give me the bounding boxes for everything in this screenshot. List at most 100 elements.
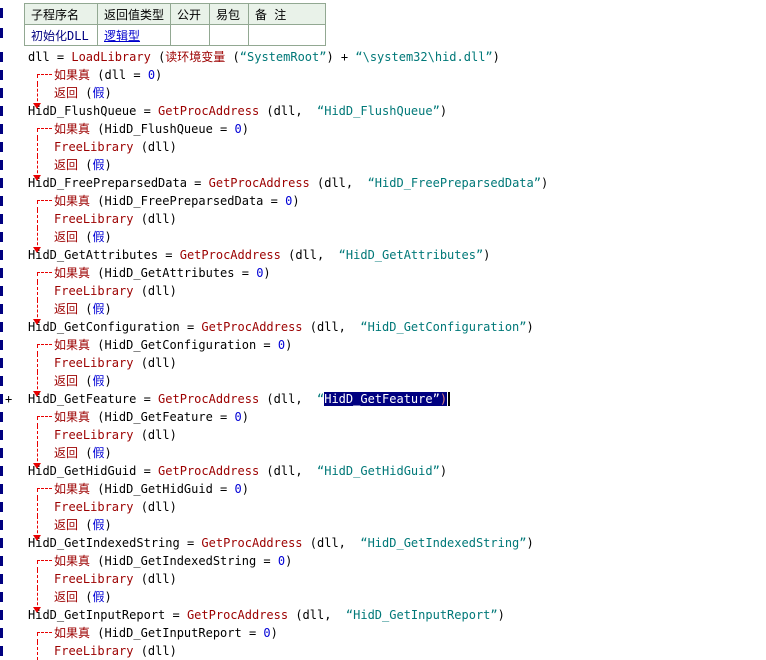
header-subroutine-name: 子程序名 bbox=[25, 4, 98, 25]
code-line[interactable]: 返回 (假) bbox=[0, 516, 766, 534]
code-segment: 假 bbox=[92, 590, 104, 604]
code-line[interactable]: HidD_GetAttributes = GetProcAddress (dll… bbox=[0, 246, 766, 264]
code-line[interactable]: 如果真 (HidD_FlushQueue = 0) bbox=[0, 120, 766, 138]
code-segment: 假 bbox=[92, 518, 104, 532]
code-line[interactable]: 如果真 (HidD_GetHidGuid = 0) bbox=[0, 480, 766, 498]
code-segment: 0 bbox=[263, 626, 270, 640]
code-line[interactable]: HidD_GetConfiguration = GetProcAddress (… bbox=[0, 318, 766, 336]
code-segment: 如果真 bbox=[54, 482, 90, 496]
left-edge-mark bbox=[0, 304, 3, 314]
code-line[interactable]: 如果真 (HidD_GetFeature = 0) bbox=[0, 408, 766, 426]
code-line[interactable]: HidD_GetIndexedString = GetProcAddress (… bbox=[0, 534, 766, 552]
code-segment: FreeLibrary bbox=[54, 500, 133, 514]
left-edge-mark bbox=[0, 574, 3, 584]
code-segment: FreeLibrary bbox=[54, 284, 133, 298]
code-segment: GetProcAddress bbox=[158, 104, 259, 118]
table-data-row: 初始化DLL 逻辑型 bbox=[25, 25, 326, 46]
code-line[interactable]: 如果真 (HidD_FreePreparsedData = 0) bbox=[0, 192, 766, 210]
code-line[interactable]: 返回 (假) bbox=[0, 228, 766, 246]
code-segment: ( bbox=[78, 446, 92, 460]
code-line[interactable]: 返回 (假) bbox=[0, 300, 766, 318]
code-segment: HidD_GetInputReport = bbox=[28, 608, 187, 622]
subroutine-name-cell[interactable]: 初始化DLL bbox=[25, 25, 98, 46]
code-line[interactable]: FreeLibrary (dll) bbox=[0, 138, 766, 156]
header-remark: 备 注 bbox=[249, 4, 326, 25]
code-segment: FreeLibrary bbox=[54, 212, 133, 226]
code-line[interactable]: HidD_FreePreparsedData = GetProcAddress … bbox=[0, 174, 766, 192]
code-area[interactable]: dll = LoadLibrary (读环境变量 (“SystemRoot”) … bbox=[0, 48, 766, 660]
code-line[interactable]: 返回 (假) bbox=[0, 156, 766, 174]
code-segment: HidD_GetHidGuid = bbox=[28, 464, 158, 478]
code-line[interactable]: HidD_GetHidGuid = GetProcAddress (dll, “… bbox=[0, 462, 766, 480]
code-segment: 返回 bbox=[54, 86, 78, 100]
code-segment: ( bbox=[225, 50, 239, 64]
code-line[interactable]: 返回 (假) bbox=[0, 372, 766, 390]
code-segment: ( bbox=[78, 86, 92, 100]
code-segment: ( bbox=[78, 230, 92, 244]
code-segment: (dll) bbox=[133, 356, 176, 370]
left-edge-mark bbox=[0, 196, 3, 206]
left-edge-mark bbox=[0, 8, 3, 18]
remark-cell[interactable] bbox=[249, 25, 326, 46]
code-segment: 假 bbox=[92, 446, 104, 460]
code-segment: FreeLibrary bbox=[54, 356, 133, 370]
return-type-cell[interactable]: 逻辑型 bbox=[98, 25, 171, 46]
code-segment: (HidD_GetAttributes = bbox=[90, 266, 256, 280]
code-line[interactable]: 返回 (假) bbox=[0, 588, 766, 606]
code-segment: ) bbox=[104, 374, 111, 388]
code-segment: GetProcAddress bbox=[201, 320, 302, 334]
left-edge-mark bbox=[0, 106, 3, 116]
left-edge-mark bbox=[0, 448, 3, 458]
code-segment: (dll, bbox=[303, 536, 361, 550]
left-edge-mark bbox=[0, 70, 3, 80]
code-segment: 0 bbox=[235, 410, 242, 424]
left-edge-mark bbox=[0, 430, 3, 440]
code-segment: HidD_FlushQueue = bbox=[28, 104, 158, 118]
code-segment: LoadLibrary bbox=[71, 50, 150, 64]
code-line[interactable]: FreeLibrary (dll) bbox=[0, 642, 766, 660]
code-line[interactable]: 如果真 (HidD_GetConfiguration = 0) bbox=[0, 336, 766, 354]
code-segment: 如果真 bbox=[54, 266, 90, 280]
code-line[interactable]: FreeLibrary (dll) bbox=[0, 426, 766, 444]
code-line[interactable]: 如果真 (HidD_GetAttributes = 0) bbox=[0, 264, 766, 282]
code-line[interactable]: 返回 (假) bbox=[0, 84, 766, 102]
left-edge-mark bbox=[0, 502, 3, 512]
code-segment: ) bbox=[104, 158, 111, 172]
code-segment: ) bbox=[440, 104, 447, 118]
code-segment: dll = bbox=[28, 50, 71, 64]
left-edge-mark bbox=[0, 268, 3, 278]
code-line[interactable]: 返回 (假) bbox=[0, 444, 766, 462]
code-segment: (dll) bbox=[133, 140, 176, 154]
code-line[interactable]: HidD_FlushQueue = GetProcAddress (dll, “… bbox=[0, 102, 766, 120]
code-line[interactable]: dll = LoadLibrary (读环境变量 (“SystemRoot”) … bbox=[0, 48, 766, 66]
code-segment: 返回 bbox=[54, 158, 78, 172]
package-cell[interactable] bbox=[210, 25, 249, 46]
code-segment: ) bbox=[242, 482, 249, 496]
code-segment: (dll, bbox=[310, 176, 368, 190]
code-line[interactable]: FreeLibrary (dll) bbox=[0, 210, 766, 228]
public-cell[interactable] bbox=[171, 25, 210, 46]
code-segment: FreeLibrary bbox=[54, 428, 133, 442]
code-line[interactable]: 如果真 (HidD_GetIndexedString = 0) bbox=[0, 552, 766, 570]
code-segment: “HidD_FreePreparsedData” bbox=[368, 176, 541, 190]
code-line[interactable]: 如果真 (dll = 0) bbox=[0, 66, 766, 84]
code-segment: (HidD_GetFeature = bbox=[90, 410, 235, 424]
expand-icon[interactable]: + bbox=[5, 390, 17, 408]
code-segment: (dll, bbox=[259, 104, 317, 118]
code-segment: (dll, bbox=[259, 392, 317, 406]
code-line[interactable]: +HidD_GetFeature = GetProcAddress (dll, … bbox=[0, 390, 766, 408]
code-segment: ) bbox=[440, 464, 447, 478]
code-segment: ( bbox=[78, 590, 92, 604]
left-edge-mark bbox=[0, 88, 3, 98]
code-segment: (HidD_FreePreparsedData = bbox=[90, 194, 285, 208]
code-segment: 如果真 bbox=[54, 68, 90, 82]
code-line[interactable]: FreeLibrary (dll) bbox=[0, 498, 766, 516]
code-line[interactable]: FreeLibrary (dll) bbox=[0, 570, 766, 588]
code-segment: GetProcAddress bbox=[180, 248, 281, 262]
code-line[interactable]: FreeLibrary (dll) bbox=[0, 354, 766, 372]
code-segment: GetProcAddress bbox=[158, 464, 259, 478]
code-segment: (dll, bbox=[303, 320, 361, 334]
code-line[interactable]: HidD_GetInputReport = GetProcAddress (dl… bbox=[0, 606, 766, 624]
code-line[interactable]: FreeLibrary (dll) bbox=[0, 282, 766, 300]
code-line[interactable]: 如果真 (HidD_GetInputReport = 0) bbox=[0, 624, 766, 642]
